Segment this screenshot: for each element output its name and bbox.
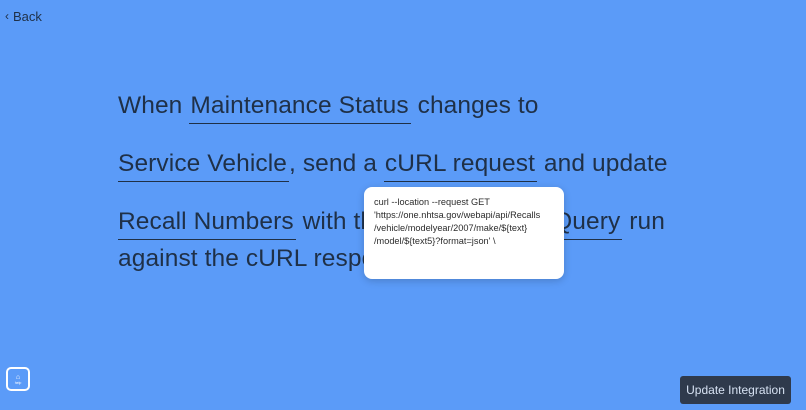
text-against: against the cURL respo (118, 245, 376, 272)
curl-line-2: 'https://one.nhtsa.gov/webapi/api/Recall… (374, 210, 541, 220)
help-icon: ⌂ (15, 373, 21, 381)
sentence-line-1: When Maintenance Status changes to (118, 92, 538, 124)
update-integration-button[interactable]: Update Integration (680, 376, 791, 404)
text-changes-to: changes to (417, 92, 539, 119)
curl-preview-popover: curl --location --request GET 'https://o… (364, 187, 564, 279)
help-label: help (14, 380, 22, 385)
help-button[interactable]: ⌂ help (6, 367, 30, 391)
text-send-a: , send a (289, 150, 377, 177)
curl-line-3: /vehicle/modelyear/2007/make/${text} (374, 223, 528, 233)
sentence-line-2: Service Vehicle, send a cURL request and… (118, 150, 668, 182)
sentence-line-4: against the cURL respo (118, 245, 375, 273)
trigger-field-selector[interactable]: Maintenance Status (189, 92, 411, 124)
text-and-update: and update (543, 150, 668, 177)
back-label: Back (13, 9, 42, 24)
curl-line-4: /model/${text5}?format=json' \ (374, 236, 496, 246)
text-when: When (118, 92, 183, 119)
action-selector[interactable]: cURL request (383, 150, 537, 182)
text-run: run (629, 208, 665, 235)
chevron-left-icon: ‹ (5, 8, 9, 23)
curl-line-1: curl --location --request GET (374, 197, 490, 207)
trigger-value-selector[interactable]: Service Vehicle (118, 150, 290, 182)
back-link[interactable]: ‹ Back (5, 9, 42, 24)
target-field-selector[interactable]: Recall Numbers (118, 208, 296, 240)
